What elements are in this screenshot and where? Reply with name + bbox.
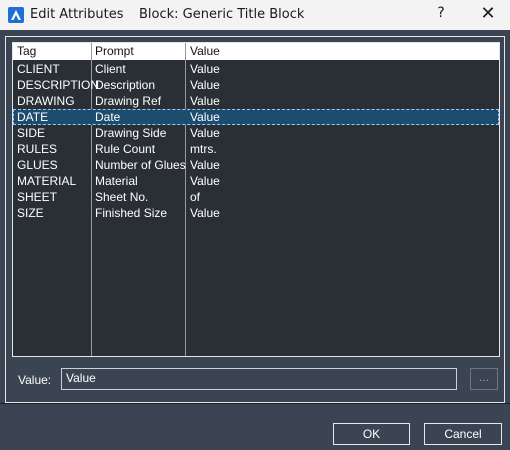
row-value: Value	[190, 174, 220, 188]
row-prompt: Number of Glues	[95, 158, 186, 172]
table-row[interactable]: SHEET Sheet No. of	[13, 189, 499, 205]
table-row[interactable]: DRAWING Drawing Ref Value	[13, 93, 499, 109]
window-title: Edit Attributes	[30, 7, 124, 22]
row-tag: MATERIAL	[17, 174, 77, 188]
dialog-body: Tag Prompt Value CLIENT Client Value DES…	[0, 30, 510, 450]
row-tag: SIZE	[17, 206, 44, 220]
row-prompt: Sheet No.	[95, 190, 149, 204]
row-tag: DESCRIPTION	[17, 78, 100, 92]
ok-button[interactable]: OK	[333, 423, 410, 445]
table-row[interactable]: GLUES Number of Glues Value	[13, 157, 499, 173]
row-prompt: Date	[95, 110, 121, 124]
cancel-button[interactable]: Cancel	[424, 423, 502, 445]
row-tag: RULES	[17, 142, 58, 156]
table-row[interactable]: MATERIAL Material Value	[13, 173, 499, 189]
row-value: Value	[190, 126, 220, 140]
table-row[interactable]: DESCRIPTION Description Value	[13, 77, 499, 93]
autocad-icon	[8, 7, 24, 23]
row-value: Value	[190, 94, 220, 108]
row-value: mtrs.	[190, 142, 217, 156]
table-row[interactable]: SIDE Drawing Side Value	[13, 125, 499, 141]
divider	[0, 403, 510, 404]
row-tag: SHEET	[17, 190, 58, 204]
table-row-selected[interactable]: DATE Date Value	[13, 109, 499, 125]
browse-button[interactable]: ...	[470, 368, 498, 390]
row-prompt: Description	[95, 78, 156, 92]
close-button[interactable]: ✕	[478, 3, 498, 24]
row-tag: SIDE	[17, 126, 46, 140]
row-prompt: Drawing Side	[95, 126, 167, 140]
row-tag: DRAWING	[17, 94, 75, 108]
row-prompt: Material	[95, 174, 138, 188]
row-tag: DATE	[17, 110, 49, 124]
help-button[interactable]: ?	[431, 5, 451, 21]
row-prompt: Finished Size	[95, 206, 168, 220]
title-bar: Edit Attributes Block: Generic Title Blo…	[0, 0, 510, 30]
block-name: Block: Generic Title Block	[139, 7, 305, 22]
row-tag: GLUES	[17, 158, 58, 172]
row-value: Value	[190, 78, 220, 92]
attribute-grid[interactable]: Tag Prompt Value CLIENT Client Value DES…	[12, 42, 500, 357]
row-value: Value	[190, 206, 220, 220]
table-row[interactable]: RULES Rule Count mtrs.	[13, 141, 499, 157]
row-value: Value	[190, 62, 220, 76]
row-prompt: Rule Count	[95, 142, 156, 156]
row-tag: CLIENT	[17, 62, 60, 76]
table-row[interactable]: CLIENT Client Value	[13, 61, 499, 77]
column-header-value[interactable]: Value	[190, 44, 220, 58]
column-header-prompt[interactable]: Prompt	[95, 44, 134, 58]
row-value: of	[190, 190, 201, 204]
grid-header: Tag Prompt Value	[13, 43, 499, 60]
row-prompt: Drawing Ref	[95, 94, 162, 108]
row-value: Value	[190, 110, 220, 124]
value-label: Value:	[18, 373, 52, 387]
table-row[interactable]: SIZE Finished Size Value	[13, 205, 499, 221]
column-header-tag[interactable]: Tag	[17, 44, 36, 58]
row-prompt: Client	[95, 62, 126, 76]
row-value: Value	[190, 158, 220, 172]
value-field[interactable]: Value	[61, 368, 457, 390]
